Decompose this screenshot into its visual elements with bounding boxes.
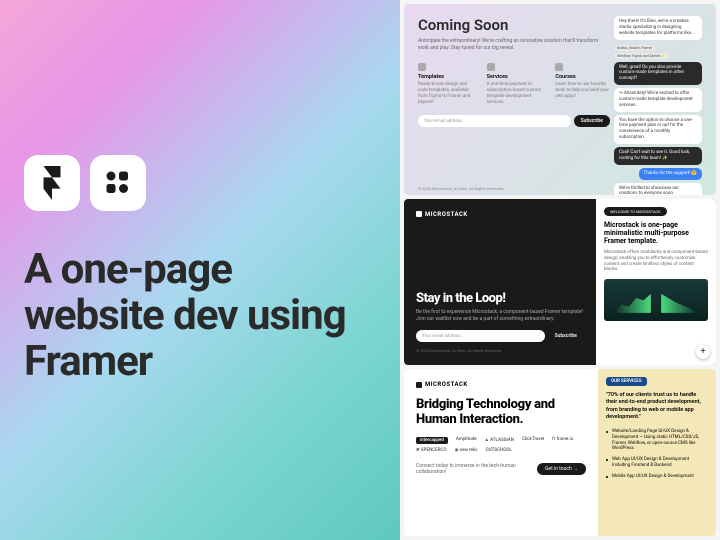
welcome-pill: WELCOME TO MICROSTACK <box>604 207 667 216</box>
courses-icon <box>555 63 563 71</box>
service-item: Mobile App UI/UX Design & Development <box>606 474 708 480</box>
brand-row: MICROSTACK <box>416 381 586 388</box>
email-input[interactable]: Your email address… <box>416 330 545 342</box>
side-title: Microstack is one-page minimalistic mult… <box>604 221 708 246</box>
preview-column: Coming Soon Anticipate the extraordinary… <box>400 0 720 540</box>
title: Bridging Technology and Human Interactio… <box>416 398 586 427</box>
brand-icon <box>416 382 422 388</box>
templates-icon <box>418 63 426 71</box>
services-panel: OUR SERVICES "70% of our clients trust u… <box>598 369 716 536</box>
quote: "70% of our clients trust us to handle t… <box>606 392 708 421</box>
service-item: Website/Landing Page UI/UX Design & Deve… <box>606 429 708 452</box>
framer-logo <box>24 155 80 211</box>
chat-widget: Hey there! It's Bien, we're a creative s… <box>610 16 702 183</box>
services-pill: OUR SERVICES <box>606 377 647 386</box>
cta-text: Connect today to immerse in the tech-hum… <box>416 463 531 476</box>
brand-row: MICROSTACK <box>416 211 584 218</box>
logo-row <box>24 155 376 211</box>
title: Coming Soon <box>418 16 610 34</box>
hero-headline: A one-page website dev using Framer <box>24 247 376 386</box>
preview-stay-in-loop: MICROSTACK Stay in the Loop! Be the firs… <box>404 199 716 366</box>
brand-logo <box>90 155 146 211</box>
services-icon <box>487 63 495 71</box>
service-item: Web App UI/UX Design & Development Inclu… <box>606 457 708 469</box>
footer: © 2023 Microstack. by Bien. All Rights R… <box>418 186 504 191</box>
footer: © 2023 Microstack. by Bien. All Rights R… <box>416 348 584 353</box>
subscribe-button[interactable]: Subscribe <box>574 115 610 127</box>
preview-bridging: MICROSTACK Bridging Technology and Human… <box>404 369 716 536</box>
partner-logos: intercapped Amplitude ▲ ATLASSIAN ClickT… <box>416 437 586 453</box>
add-button[interactable]: + <box>696 345 710 359</box>
hero-panel: A one-page website dev using Framer <box>0 0 400 540</box>
title: Stay in the Loop! <box>416 291 584 306</box>
side-text: Microstack offers modularity and compone… <box>604 250 708 273</box>
subscribe-button[interactable]: Subscribe <box>548 330 584 342</box>
analytics-chart <box>604 279 708 321</box>
email-input[interactable]: Your email address <box>418 115 571 127</box>
subtitle: Be the first to experience Microstack, a… <box>416 309 584 322</box>
subtitle: Anticipate the extraordinary! We're craf… <box>418 38 610 51</box>
brand-icon <box>416 211 422 217</box>
get-in-touch-button[interactable]: Get in touch → <box>537 463 586 475</box>
side-panel: WELCOME TO MICROSTACK Microstack is one-… <box>596 199 716 366</box>
preview-coming-soon: Coming Soon Anticipate the extraordinary… <box>404 4 716 195</box>
